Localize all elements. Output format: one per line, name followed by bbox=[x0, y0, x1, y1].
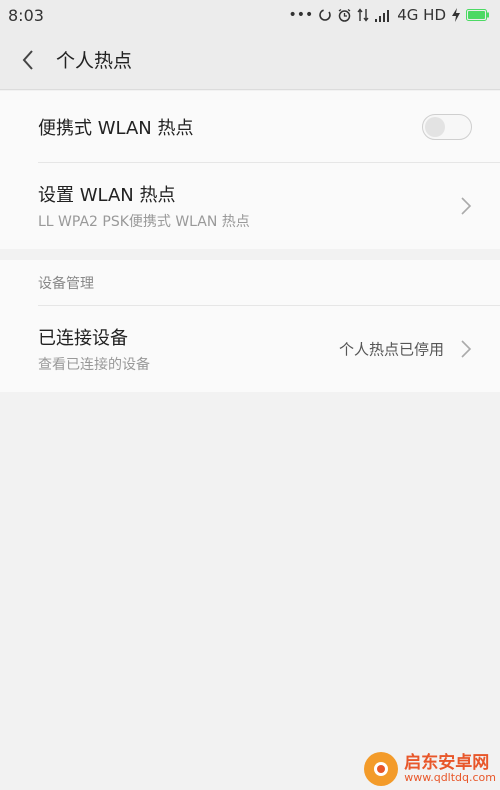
network-type: 4G HD bbox=[397, 6, 446, 24]
setup-hotspot-title: 设置 WLAN 热点 bbox=[38, 185, 176, 206]
status-icons: ••• 4G HD bbox=[288, 6, 490, 24]
chevron-right-icon bbox=[461, 197, 472, 215]
device-management-group: 设备管理 已连接设备 查看已连接的设备 个人热点已停用 bbox=[0, 260, 500, 392]
section-header: 设备管理 bbox=[0, 260, 500, 306]
hotspot-settings-group: 便携式 WLAN 热点 设置 WLAN 热点 LL WPA2 PSK便携式 WL… bbox=[0, 91, 500, 249]
connected-devices-row[interactable]: 已连接设备 查看已连接的设备 个人热点已停用 bbox=[0, 306, 500, 392]
charging-icon bbox=[452, 8, 460, 22]
watermark: 启东安卓网 www.qdltdq.com bbox=[364, 752, 496, 786]
title-bar: 个人热点 bbox=[0, 30, 500, 90]
toggle-knob bbox=[425, 117, 445, 137]
page-title: 个人热点 bbox=[56, 50, 133, 72]
hotspot-status-value: 个人热点已停用 bbox=[338, 340, 444, 359]
more-dots: ••• bbox=[288, 7, 314, 23]
chevron-left-icon bbox=[22, 49, 33, 70]
chevron-right-icon bbox=[461, 340, 472, 358]
portable-hotspot-row[interactable]: 便携式 WLAN 热点 bbox=[0, 91, 500, 163]
device-section-title: 设备管理 bbox=[38, 276, 94, 292]
watermark-url: www.qdltdq.com bbox=[404, 771, 496, 785]
setup-hotspot-row[interactable]: 设置 WLAN 热点 LL WPA2 PSK便携式 WLAN 热点 bbox=[0, 163, 500, 249]
back-button[interactable] bbox=[0, 30, 56, 90]
portable-hotspot-label: 便携式 WLAN 热点 bbox=[38, 118, 194, 139]
sync-icon bbox=[319, 9, 332, 21]
portable-hotspot-toggle[interactable] bbox=[422, 114, 472, 140]
battery-icon bbox=[466, 9, 489, 21]
data-arrows-icon bbox=[357, 8, 369, 22]
signal-icon bbox=[375, 9, 390, 22]
status-time: 8:03 bbox=[8, 5, 44, 25]
status-bar: 8:03 ••• 4G HD bbox=[0, 0, 500, 30]
watermark-title: 启东安卓网 bbox=[404, 752, 490, 773]
alarm-icon bbox=[338, 8, 351, 22]
setup-hotspot-subtitle: LL WPA2 PSK便携式 WLAN 热点 bbox=[38, 214, 250, 230]
watermark-logo-icon bbox=[364, 752, 399, 786]
